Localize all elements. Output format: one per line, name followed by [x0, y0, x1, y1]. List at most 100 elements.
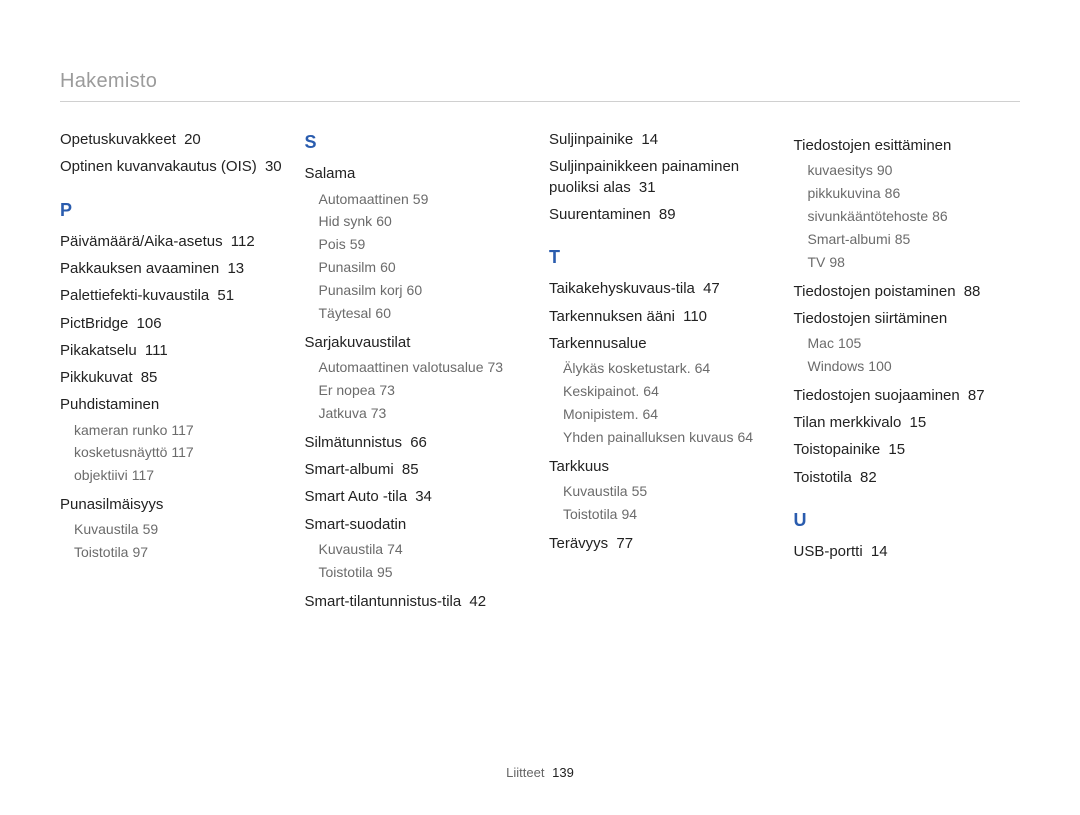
column-4: Tiedostojen esittäminen kuvaesitys90 pik…: [794, 130, 1021, 619]
entry-label: Palettiefekti-kuvaustila: [60, 287, 209, 304]
subentry[interactable]: Mac105: [808, 334, 1021, 353]
subentry[interactable]: Täytesal60: [319, 304, 532, 323]
entry-smarttila[interactable]: Smart-tilantunnistus-tila 42: [305, 592, 532, 612]
subentry[interactable]: TV98: [808, 253, 1021, 272]
entry-toistotila[interactable]: Toistotila 82: [794, 468, 1021, 488]
entry-label: Tiedostojen siirtäminen: [794, 310, 948, 327]
sub-label: Toistotila: [563, 506, 617, 522]
entry-pikakatselu[interactable]: Pikakatselu 111: [60, 341, 287, 361]
column-3: Suljinpainike 14 Suljinpainikkeen painam…: [549, 130, 776, 619]
sub-page: 117: [132, 467, 154, 483]
sub-page: 86: [885, 185, 901, 201]
sub-page: 100: [868, 358, 891, 374]
entry-salama: Salama: [305, 164, 532, 184]
entry-pikkukuvat[interactable]: Pikkukuvat 85: [60, 368, 287, 388]
subentry[interactable]: Toistotila95: [319, 563, 532, 582]
section-letter-s: S: [305, 130, 532, 154]
sub-page: 60: [376, 213, 392, 229]
entry-ois[interactable]: Optinen kuvanvakautus (OIS) 30: [60, 157, 287, 177]
sub-label: Smart-albumi: [808, 231, 891, 247]
subentry[interactable]: Automaattinen59: [319, 190, 532, 209]
subentry[interactable]: Kuvaustila59: [74, 520, 287, 539]
entry-label: Tiedostojen poistaminen: [794, 283, 956, 300]
entry-suljinpuoliksi[interactable]: Suljinpainikkeen painaminen puoliksi ala…: [549, 157, 776, 198]
entry-suljinpainike[interactable]: Suljinpainike 14: [549, 130, 776, 150]
entry-usb-portti[interactable]: USB-portti 14: [794, 542, 1021, 562]
sub-label: kosketusnäyttö: [74, 444, 167, 460]
subentry[interactable]: Toistotila94: [563, 505, 776, 524]
entry-page: 51: [217, 287, 234, 304]
entry-tiedostojen-suojaaminen[interactable]: Tiedostojen suojaaminen 87: [794, 386, 1021, 406]
entry-suurentaminen[interactable]: Suurentaminen 89: [549, 205, 776, 225]
subentry[interactable]: kameran runko117: [74, 421, 287, 440]
entry-page: 14: [871, 543, 888, 560]
sub-label: Kuvaustila: [563, 483, 628, 499]
subentry[interactable]: Älykäs kosketustark.64: [563, 359, 776, 378]
sub-page: 55: [632, 483, 648, 499]
subentry[interactable]: Automaattinen valotusalue73: [319, 358, 532, 377]
entry-taikakehys[interactable]: Taikakehyskuvaus-tila 47: [549, 279, 776, 299]
sub-page: 73: [371, 405, 387, 421]
subentry[interactable]: Punasilm60: [319, 258, 532, 277]
entry-page: 88: [964, 283, 981, 300]
subentry[interactable]: Smart-albumi85: [808, 230, 1021, 249]
entry-paletti[interactable]: Palettiefekti-kuvaustila 51: [60, 286, 287, 306]
subentry[interactable]: kuvaesitys90: [808, 161, 1021, 180]
entry-tilan-merkkivalo[interactable]: Tilan merkkivalo 15: [794, 413, 1021, 433]
entry-page: 82: [860, 469, 877, 486]
subentry[interactable]: Windows100: [808, 357, 1021, 376]
subentry[interactable]: Kuvaustila55: [563, 482, 776, 501]
sub-label: Jatkuva: [319, 405, 367, 421]
subentry[interactable]: Toistotila97: [74, 543, 287, 562]
entry-label: Tiedostojen suojaaminen: [794, 387, 960, 404]
subentry[interactable]: Punasilm korj60: [319, 281, 532, 300]
sub-label: Punasilm: [319, 259, 377, 275]
subentry[interactable]: Jatkuva73: [319, 404, 532, 423]
entry-label: Smart-suodatin: [305, 516, 407, 533]
entry-opetuskuvakkeet[interactable]: Opetuskuvakkeet 20: [60, 130, 287, 150]
entry-page: 110: [683, 308, 707, 325]
entry-smartauto[interactable]: Smart Auto -tila 34: [305, 487, 532, 507]
entry-tarkennusaani[interactable]: Tarkennuksen ääni 110: [549, 307, 776, 327]
entry-smartalbumi[interactable]: Smart-albumi 85: [305, 460, 532, 480]
entry-page: 89: [659, 206, 676, 223]
entry-pakkaus[interactable]: Pakkauksen avaaminen 13: [60, 259, 287, 279]
subentry[interactable]: kosketusnäyttö117: [74, 443, 287, 462]
entry-label: Opetuskuvakkeet: [60, 131, 176, 148]
entry-tiedostojen-poistaminen[interactable]: Tiedostojen poistaminen 88: [794, 282, 1021, 302]
sub-label: Keskipainot.: [563, 383, 639, 399]
sub-label: Yhden painalluksen kuvaus: [563, 429, 733, 445]
subentry[interactable]: Kuvaustila74: [319, 540, 532, 559]
page-title: Hakemisto: [60, 0, 1020, 102]
sub-label: Kuvaustila: [74, 521, 139, 537]
subentry[interactable]: pikkukuvina86: [808, 184, 1021, 203]
sub-label: Mac: [808, 335, 834, 351]
sub-page: 117: [171, 444, 193, 460]
subentry[interactable]: Yhden painalluksen kuvaus64: [563, 428, 776, 447]
subentry[interactable]: Monipistem.64: [563, 405, 776, 424]
entry-page: 112: [231, 233, 255, 250]
entry-page: 15: [909, 414, 926, 431]
footer-label: Liitteet: [506, 765, 544, 780]
subentry[interactable]: Keskipainot.64: [563, 382, 776, 401]
entry-toistopainike[interactable]: Toistopainike 15: [794, 440, 1021, 460]
section-letter-u: U: [794, 508, 1021, 532]
subentry[interactable]: sivunkääntötehoste86: [808, 207, 1021, 226]
subentry[interactable]: objektiivi117: [74, 466, 287, 485]
entry-label: Smart-albumi: [305, 461, 394, 478]
entry-teravyys[interactable]: Terävyys 77: [549, 534, 776, 554]
entry-label: Smart-tilantunnistus-tila: [305, 593, 462, 610]
sub-page: 90: [877, 162, 893, 178]
entry-paivamaara[interactable]: Päivämäärä/Aika-asetus 112: [60, 232, 287, 252]
entry-silmatunnistus[interactable]: Silmätunnistus 66: [305, 433, 532, 453]
sub-page: 59: [350, 236, 366, 252]
subentry[interactable]: Er nopea73: [319, 381, 532, 400]
entry-label: Taikakehyskuvaus-tila: [549, 280, 695, 297]
entry-pictbridge[interactable]: PictBridge 106: [60, 314, 287, 334]
subentry[interactable]: Pois59: [319, 235, 532, 254]
subentry[interactable]: Hid synk60: [319, 212, 532, 231]
sub-label: Er nopea: [319, 382, 376, 398]
footer: Liitteet 139: [0, 765, 1080, 780]
sub-page: 73: [379, 382, 395, 398]
entry-label: PictBridge: [60, 315, 128, 332]
